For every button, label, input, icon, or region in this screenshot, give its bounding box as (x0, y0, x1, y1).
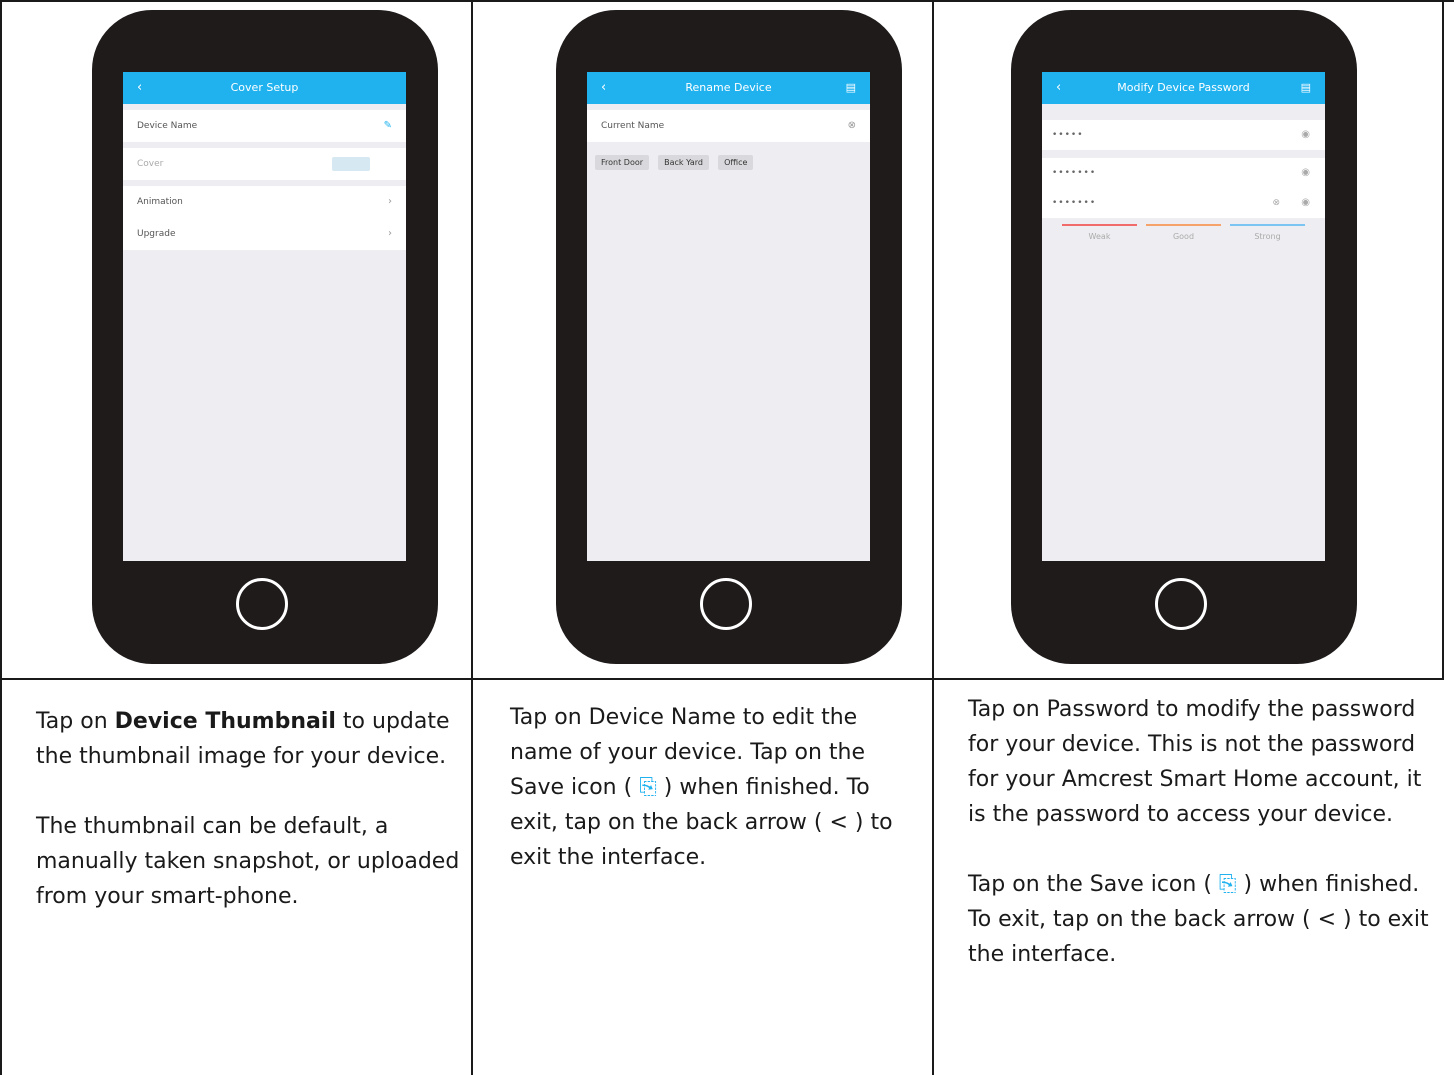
suggestion-chip[interactable]: Front Door (595, 155, 650, 170)
caption-paragraph: Tap on Device Name to edit the name of y… (510, 700, 922, 875)
table-border-right (1442, 0, 1444, 680)
phone-screen-cover-setup: ‹ Cover Setup Device Name ✎ Cover Animat… (123, 72, 406, 561)
device-name-field[interactable]: Current Name ⊗ (587, 110, 870, 142)
screen-title: Rename Device (685, 81, 772, 94)
old-password-field[interactable]: ••••• ◉ (1042, 120, 1325, 150)
screen-title: Cover Setup (230, 81, 299, 94)
table-divider-1 (471, 0, 473, 1075)
thumbnail-image[interactable] (332, 157, 370, 171)
strength-label: Good (1172, 232, 1195, 241)
table-border-left (0, 0, 2, 1075)
back-arrow-icon[interactable]: ‹ (137, 72, 142, 104)
row-label: Device Name (137, 121, 198, 131)
phone-mockup-2: ‹ Rename Device ▤ Current Name ⊗ Front D… (556, 10, 902, 664)
app-header: ‹ Cover Setup (123, 72, 406, 104)
home-button (236, 578, 288, 630)
app-header: ‹ Modify Device Password ▤ (1042, 72, 1325, 104)
caption-text: Tap on the Save icon ( (968, 872, 1219, 897)
password-mask: ••••• (1052, 130, 1084, 140)
back-arrow-icon[interactable]: ‹ (601, 72, 606, 104)
edit-icon[interactable]: ✎ (384, 110, 392, 142)
row-label: Cover (137, 159, 164, 169)
caption-paragraph: Tap on Password to modify the password f… (968, 697, 1422, 827)
strength-bar (1062, 224, 1137, 226)
home-button (1155, 578, 1207, 630)
table-row-divider (0, 678, 1444, 680)
row-label: Animation (137, 197, 183, 207)
password-mask: ••••••• (1052, 198, 1097, 208)
suggestion-chip[interactable]: Back Yard (658, 155, 709, 170)
settings-row[interactable]: Upgrade › (123, 218, 406, 250)
phone-screen-modify-password: ‹ Modify Device Password ▤ ••••• ◉ •••••… (1042, 72, 1325, 561)
screen-title: Modify Device Password (1117, 81, 1250, 94)
settings-row[interactable]: Animation › (123, 186, 406, 218)
password-strength-meter: Weak Good Strong (1042, 218, 1325, 241)
device-thumbnail-row[interactable]: Cover (123, 148, 406, 180)
device-name-row[interactable]: Device Name ✎ (123, 110, 406, 142)
caption-device-name: Tap on Device Name to edit the name of y… (510, 700, 922, 875)
chevron-right-icon: › (388, 228, 392, 239)
new-password-field[interactable]: ••••••• ◉ (1042, 158, 1325, 188)
name-suggestions: Front Door Back Yard Office (587, 142, 870, 178)
strength-bar (1146, 224, 1221, 226)
eye-icon[interactable]: ◉ (1301, 188, 1311, 218)
table-divider-2 (932, 0, 934, 1075)
chevron-right-icon: › (388, 196, 392, 207)
eye-icon[interactable]: ◉ (1301, 158, 1311, 188)
home-button (700, 578, 752, 630)
caption-paragraph: The thumbnail can be default, a manually… (36, 814, 460, 909)
suggestion-chip[interactable]: Office (718, 155, 754, 170)
caption-paragraph: Tap on the Save icon ( ⎘ ) when finished… (968, 867, 1438, 972)
clear-icon[interactable]: ⊗ (1272, 188, 1281, 218)
eye-icon[interactable]: ◉ (1301, 120, 1311, 150)
row-label: Upgrade (137, 229, 176, 239)
caption-password: Tap on Password to modify the password f… (968, 692, 1438, 972)
confirm-password-field[interactable]: ••••••• ⊗ ◉ (1042, 188, 1325, 218)
caption-bold-text: Device Thumbnail (114, 709, 336, 734)
phone-mockup-3: ‹ Modify Device Password ▤ ••••• ◉ •••••… (1011, 10, 1357, 664)
save-icon[interactable]: ▤ (1301, 72, 1311, 104)
caption-text: Tap on (36, 709, 115, 734)
back-arrow-icon[interactable]: ‹ (1056, 72, 1061, 104)
save-icon: ⎘ (639, 775, 657, 800)
field-value: Current Name (601, 121, 665, 131)
strength-label: Strong (1254, 232, 1281, 241)
phone-screen-rename-device: ‹ Rename Device ▤ Current Name ⊗ Front D… (587, 72, 870, 561)
strength-label: Weak (1088, 232, 1111, 241)
clear-icon[interactable]: ⊗ (848, 110, 856, 142)
save-icon: ⎘ (1218, 872, 1237, 897)
strength-bar (1230, 224, 1305, 226)
caption-device-thumbnail: Tap on Device Thumbnail to update the th… (36, 704, 461, 914)
save-icon[interactable]: ▤ (846, 72, 856, 104)
app-header: ‹ Rename Device ▤ (587, 72, 870, 104)
strength-weak: Weak (1062, 224, 1137, 241)
table-border-top (0, 0, 1454, 2)
password-mask: ••••••• (1052, 168, 1097, 178)
strength-strong: Strong (1230, 224, 1305, 241)
phone-mockup-1: ‹ Cover Setup Device Name ✎ Cover Animat… (92, 10, 438, 664)
caption-paragraph: Tap on Device Thumbnail to update the th… (36, 704, 461, 774)
strength-good: Good (1146, 224, 1221, 241)
